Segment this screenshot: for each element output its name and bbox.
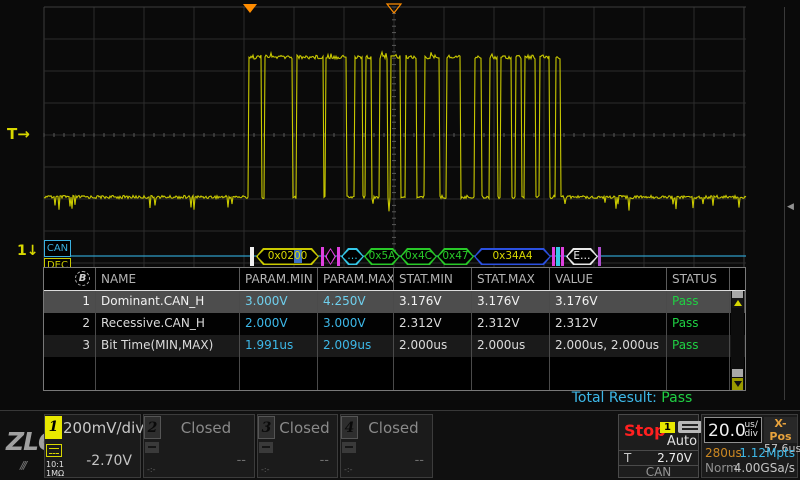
channel-3-offset: -- (320, 453, 329, 468)
table-row[interactable]: 3 Bit Time(MIN,MAX) 1.991us 2.009us 2.00… (44, 335, 745, 357)
xpos-label: X-Pos (764, 417, 797, 443)
decode-chip-ack (552, 247, 555, 266)
col-param-min[interactable]: PARAM.MIN (240, 268, 318, 290)
channel-4-badge: 4 (341, 416, 358, 439)
channel-4-state: Closed (359, 419, 428, 437)
bottom-status-bar: ZLG® /// 1 200mV/div 10:1 1MΩ -2.70V 2 C… (0, 410, 800, 480)
decode-chip-id: 0x0200 (256, 248, 319, 265)
table-empty-rows (44, 357, 745, 390)
side-panel-divider: ◀ (784, 7, 785, 400)
trigger-type: CAN (619, 465, 698, 478)
channel-3-state: Closed (276, 419, 333, 437)
channel-1-badge: 1 (45, 416, 62, 439)
table-row[interactable]: 2 Recessive.CAN_H 2.000V 3.000V 2.312V 2… (44, 313, 745, 335)
channel-3-panel[interactable]: 3 Closed -- -:- (257, 414, 338, 478)
total-result: Total Result: Pass (532, 390, 732, 406)
decode-chip-data: 0x4C (400, 248, 437, 265)
bus-loop-icon: B (75, 271, 90, 286)
total-result-label: Total Result: (572, 390, 657, 406)
channel-4-panel[interactable]: 4 Closed -- -:- (340, 414, 433, 478)
coupling-off-icon (145, 442, 159, 453)
scroll-down-icon[interactable] (732, 378, 743, 390)
channel-1-scale: 200mV/div (63, 419, 136, 437)
scrollbar-thumb[interactable] (732, 369, 743, 377)
trigger-mode: Auto (660, 434, 704, 449)
channel-2-state: Closed (162, 419, 250, 437)
trigger-coupling-icon (678, 421, 702, 433)
window-span: 280us (705, 446, 742, 460)
logo-hatch-icon: /// (20, 459, 25, 472)
panel-collapse-icon[interactable]: ◀ (787, 202, 794, 212)
channel-2-badge: 2 (144, 416, 161, 439)
dc-coupling-icon (46, 444, 62, 457)
timebase-unit: us/ div (744, 421, 758, 439)
scroll-up-icon[interactable] (732, 298, 743, 308)
decode-chip-flag (321, 247, 324, 266)
timebase-scale-box[interactable]: 20.0 us/ div (704, 417, 762, 443)
channel-2-panel[interactable]: 2 Closed -- -:- (143, 414, 255, 478)
decode-chip-ack (556, 247, 560, 266)
decode-chip-crc: 0x34A4 (474, 248, 551, 265)
trigger-source-badge: 1 (660, 422, 675, 433)
channel1-position-marker[interactable]: 1↓ (17, 243, 38, 259)
table-row[interactable]: 1 Dominant.CAN_H 3.000V 4.250V 3.176V 3.… (44, 291, 745, 313)
probe-ratio: 10:1 1MΩ (46, 460, 64, 478)
channel-1-offset: -2.70V (86, 453, 132, 469)
memory-points: 1.12Mpts (739, 446, 795, 460)
channel-2-delay: -:- (147, 465, 155, 474)
trigger-level-marker[interactable]: T→ (7, 125, 30, 143)
decode-chip-ack (561, 247, 564, 266)
channel-3-badge: 3 (258, 416, 275, 439)
trigger-level-value: 2.70V (657, 451, 692, 465)
status-badge: Pass (667, 291, 730, 313)
window-row: 280us 1.12Mpts (702, 446, 797, 461)
decode-chip-eof-edge (598, 247, 601, 266)
table-header: B NAME PARAM.MIN PARAM.MAX STAT.MIN STAT… (44, 268, 745, 291)
trigger-panel[interactable]: Stop 1 Auto T 2.70V CAN (618, 414, 699, 478)
timebase-scale: 20.0 (708, 421, 746, 441)
channel-3-delay: -:- (261, 465, 269, 474)
trigger-level-label: T (624, 451, 631, 465)
col-status[interactable]: STATUS (667, 268, 730, 290)
decode-chip-data: 0x5A (364, 248, 400, 265)
timebase-panel[interactable]: 20.0 us/ div X-Pos 57.6us 280us 1.12Mpts… (701, 414, 798, 478)
col-stat-min[interactable]: STAT.MIN (394, 268, 472, 290)
oscilloscope-screen: T→ 1↓ CAN DEC 0x0200…0x5A0x4C0x470x34A4E… (0, 0, 800, 480)
sample-rate: 4.00GSa/s (734, 461, 795, 475)
decode-chip-sof (250, 247, 254, 266)
decode-chip-data: 0x47 (437, 248, 474, 265)
col-param-max[interactable]: PARAM.MAX (318, 268, 394, 290)
col-name[interactable]: NAME (96, 268, 240, 290)
coupling-off-icon (342, 442, 356, 453)
decode-chip-flag (337, 247, 340, 266)
measurement-table: B NAME PARAM.MIN PARAM.MAX STAT.MIN STAT… (43, 267, 746, 391)
scrollbar-thumb[interactable] (732, 291, 743, 298)
channel-4-delay: -:- (344, 465, 352, 474)
coupling-off-icon (259, 442, 273, 453)
channel-2-offset: -- (237, 453, 246, 468)
total-result-value: Pass (661, 390, 692, 406)
status-badge: Pass (667, 335, 730, 357)
channel-1-panel[interactable]: 1 200mV/div 10:1 1MΩ -2.70V (44, 414, 141, 478)
xpos-box[interactable]: X-Pos 57.6us (764, 417, 797, 443)
bus-label[interactable]: CAN (44, 240, 71, 257)
col-stat-max[interactable]: STAT.MAX (472, 268, 550, 290)
acquisition-row: Norm 4.00GSa/s (702, 461, 797, 476)
channel-4-offset: -- (415, 453, 424, 468)
trigger-level-row: T 2.70V (619, 450, 698, 464)
col-value[interactable]: VALUE (550, 268, 667, 290)
status-badge: Pass (667, 313, 730, 335)
